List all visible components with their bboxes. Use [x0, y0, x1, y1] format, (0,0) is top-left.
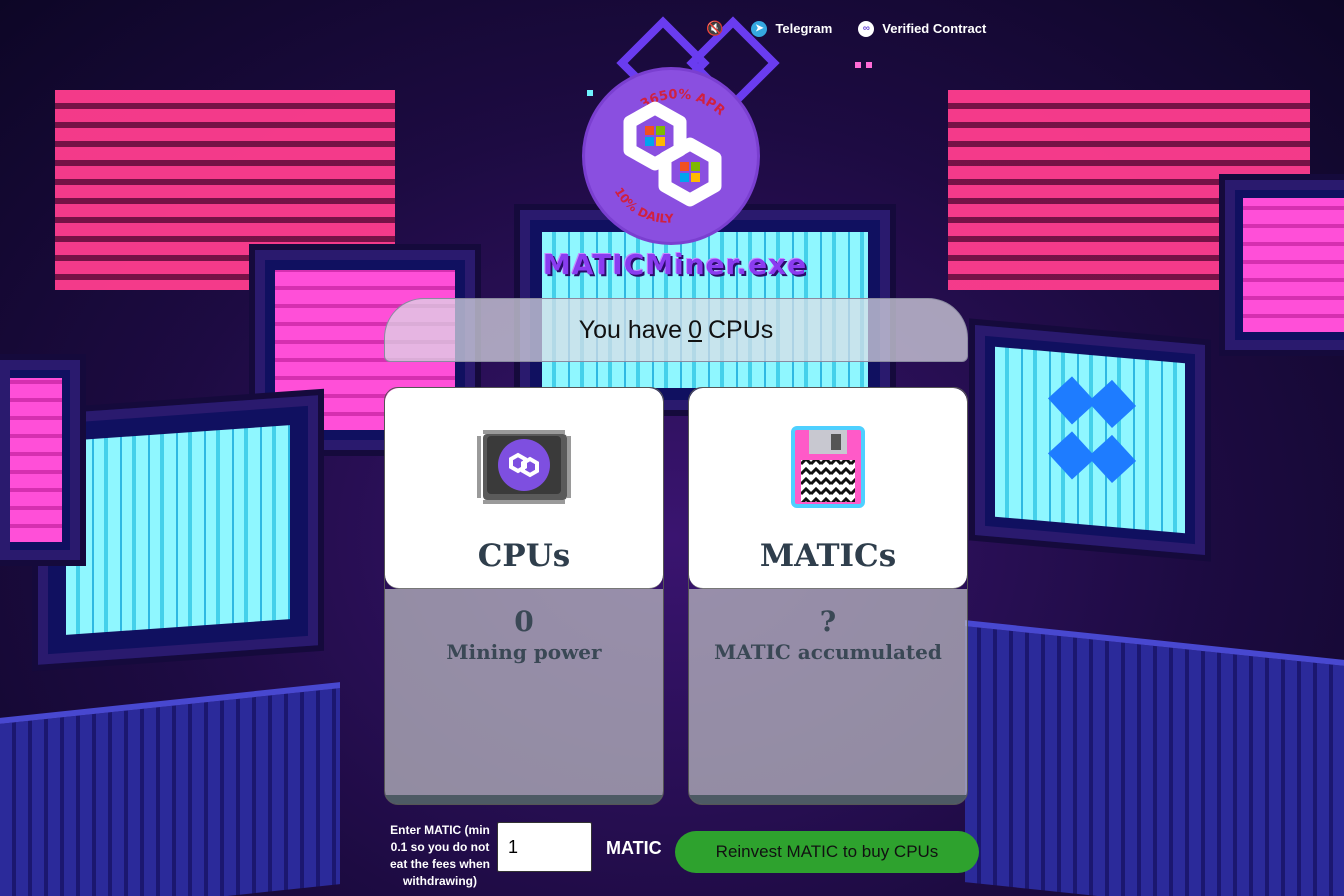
matic-accumulated-value: ?	[819, 605, 837, 638]
cpu-count-value: 0	[688, 315, 702, 344]
polygon-icon: ∞	[858, 20, 875, 37]
cpus-card: CPUs 0 Mining power	[384, 387, 664, 805]
cpu-count-prefix: You have	[578, 315, 683, 344]
monitor-pink-right	[1225, 180, 1344, 350]
cpus-card-header: CPUs	[385, 388, 663, 589]
verified-contract-label: Verified Contract	[882, 21, 987, 36]
monitor-pink-far-left	[0, 360, 80, 560]
cpu-chip-icon	[477, 430, 571, 504]
mining-power-value: 0	[514, 605, 534, 638]
floppy-disk-icon	[791, 426, 865, 508]
matics-card-body: ? MATIC accumulated	[689, 589, 967, 804]
matics-card: MATICs ? MATIC accumulated	[688, 387, 968, 805]
monitor-cyan-left	[38, 395, 318, 665]
keyboard-desk-right	[965, 620, 1344, 896]
reinvest-button[interactable]: Reinvest MATIC to buy CPUs	[675, 831, 979, 873]
polygon-logo-icon: 3650% APR 10% DAILY	[612, 87, 728, 226]
cpus-card-body: 0 Mining power	[385, 589, 663, 804]
monitor-cyan-right	[975, 324, 1205, 556]
matic-accumulated-label: MATIC accumulated	[714, 640, 942, 664]
brand-title: MATICMiner.exe	[542, 248, 808, 281]
cpu-count-suffix: CPUs	[707, 315, 774, 344]
keyboard-desk-left	[0, 682, 340, 896]
verified-contract-link[interactable]: ∞ Verified Contract	[858, 20, 987, 37]
mining-power-label: Mining power	[446, 640, 602, 664]
matic-amount-input[interactable]	[497, 822, 592, 872]
telegram-link[interactable]: ➤ Telegram	[751, 20, 833, 37]
telegram-label: Telegram	[775, 21, 833, 36]
cpus-card-title: CPUs	[477, 538, 571, 574]
speaker-muted-icon[interactable]: 🔇	[706, 20, 723, 37]
telegram-icon: ➤	[751, 20, 768, 37]
maticminer-logo: 3650% APR 10% DAILY	[585, 70, 757, 242]
matics-card-header: MATICs	[689, 388, 967, 589]
matic-unit-label: MATIC	[606, 838, 662, 858]
matic-amount-label: Enter MATIC (min 0.1 so you do not eat t…	[389, 823, 491, 888]
top-nav: 🔇 ➤ Telegram ∞ Verified Contract	[706, 20, 986, 37]
cpu-count-bar: You have 0 CPUs	[384, 298, 968, 362]
matics-card-title: MATICs	[759, 538, 897, 574]
